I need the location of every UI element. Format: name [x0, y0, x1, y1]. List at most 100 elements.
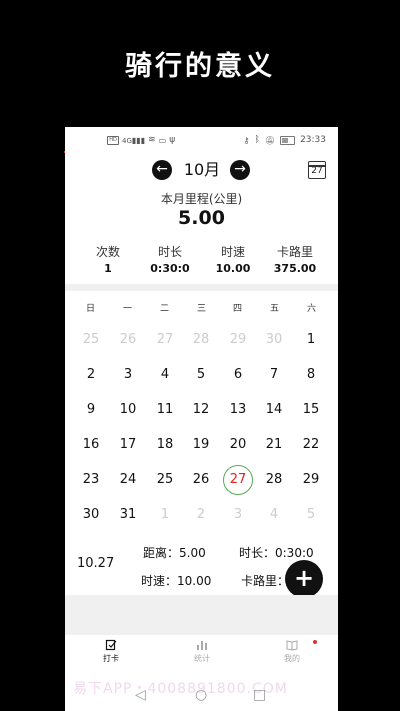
status-right-icons: ⚷ ᛒ 🔕︎ 23:33 [244, 135, 326, 145]
calendar-day[interactable]: 4 [150, 360, 180, 390]
calendar-day[interactable]: 6 [223, 360, 253, 390]
weekday-label: 二 [159, 304, 169, 314]
detail-date: 10.27 [77, 556, 115, 571]
mute-icon: 🔕︎ [264, 135, 276, 145]
phone-screen: HD 4G▮▮▮ ≋ ▭ ψ ⚷ ᛒ 🔕︎ 23:33 ← 10月 → 27 本… [65, 127, 338, 711]
cast-icon: ▭ [158, 135, 167, 145]
next-month-button[interactable]: → [230, 160, 250, 180]
calendar-day[interactable]: 29 [223, 325, 253, 355]
stat-value: 0:30:0 [150, 262, 190, 275]
calendar-day[interactable]: 7 [259, 360, 289, 390]
stat-value: 1 [104, 262, 112, 275]
calendar-today-icon[interactable]: 27 [308, 161, 326, 179]
calendar-day[interactable]: 31 [113, 500, 143, 530]
calendar-day[interactable]: 3 [113, 360, 143, 390]
calendar-day[interactable]: 28 [186, 325, 216, 355]
stat-speed: 时速 10.00 [198, 243, 268, 275]
home-icon[interactable]: ○ [195, 687, 207, 703]
key-icon: ⚷ [243, 135, 250, 145]
calendar-day[interactable]: 19 [186, 430, 216, 460]
calendar-day[interactable]: 15 [296, 395, 326, 425]
calendar-day[interactable]: 5 [186, 360, 216, 390]
prev-month-button[interactable]: ← [152, 160, 172, 180]
status-time: 23:33 [300, 135, 326, 145]
calendar-day[interactable]: 9 [76, 395, 106, 425]
stat-duration: 时长 0:30:0 [135, 243, 205, 275]
calendar-day[interactable]: 26 [113, 325, 143, 355]
calendar-day[interactable]: 1 [150, 500, 180, 530]
calendar-day[interactable]: 14 [259, 395, 289, 425]
month-label: 10月 [183, 160, 221, 179]
calendar-day[interactable]: 1 [296, 325, 326, 355]
calendar-day[interactable]: 26 [186, 465, 216, 495]
calendar-day[interactable]: 30 [76, 500, 106, 530]
calendar-day[interactable]: 8 [296, 360, 326, 390]
calendar-day[interactable]: 4 [259, 500, 289, 530]
back-icon[interactable]: ◁ [135, 687, 146, 703]
tab-label: 统计 [194, 654, 210, 663]
detail-duration: 时长：0:30:0 [239, 546, 314, 560]
calendar-day[interactable]: 24 [113, 465, 143, 495]
wifi-icon: ≋ [148, 135, 156, 145]
status-left-icons: HD 4G▮▮▮ ≋ ▭ ψ [107, 135, 175, 145]
calendar-day[interactable]: 22 [296, 430, 326, 460]
book-icon [286, 640, 298, 651]
tab-checkin[interactable]: 打卡 [86, 639, 136, 664]
calendar-day[interactable]: 25 [150, 465, 180, 495]
section-divider [65, 284, 338, 291]
bluetooth-icon: ᛒ [254, 135, 260, 145]
stat-value: 10.00 [215, 262, 251, 275]
notification-dot [313, 640, 317, 644]
calendar-day[interactable]: 10 [113, 395, 143, 425]
stats-row: 次数 1 时长 0:30:0 时速 10.00 卡路里 375.00 [65, 243, 338, 279]
tab-mine[interactable]: 我的 [267, 639, 317, 664]
calendar-day[interactable]: 25 [76, 325, 106, 355]
usb-icon: ψ [169, 135, 176, 145]
calendar-day[interactable]: 20 [223, 430, 253, 460]
calendar-day[interactable]: 16 [76, 430, 106, 460]
calendar-day[interactable]: 5 [296, 500, 326, 530]
calendar-day[interactable]: 27 [150, 325, 180, 355]
empty-content-area [65, 595, 338, 635]
calendar-day[interactable]: 13 [223, 395, 253, 425]
tab-stats[interactable]: 统计 [177, 639, 227, 664]
calendar-day[interactable]: 11 [150, 395, 180, 425]
battery-icon [280, 135, 296, 145]
calendar-day[interactable]: 12 [186, 395, 216, 425]
tab-label: 打卡 [103, 654, 119, 663]
stat-label: 次数 [95, 245, 120, 259]
stat-calories: 卡路里 375.00 [260, 243, 330, 275]
weekday-label: 六 [306, 304, 316, 314]
calendar-day[interactable]: 3 [223, 500, 253, 530]
checkin-icon [105, 639, 117, 651]
4g-signal-icon: 4G▮▮▮ [122, 135, 146, 145]
calendar-day[interactable]: 21 [259, 430, 289, 460]
weekday-header: 日 一 二 三 四 五 六 [65, 301, 338, 315]
calendar-day[interactable]: 18 [150, 430, 180, 460]
calendar-day[interactable]: 2 [76, 360, 106, 390]
system-navigation-bar: ◁ ○ □ [65, 687, 338, 711]
calendar-day[interactable]: 29 [296, 465, 326, 495]
weekday-label: 三 [196, 304, 206, 314]
monthly-distance-label: 本月里程(公里) [160, 192, 243, 206]
weekday-label: 一 [122, 304, 132, 314]
stat-label: 卡路里 [276, 245, 313, 259]
calendar-day[interactable]: 17 [113, 430, 143, 460]
detail-distance: 距离：5.00 [143, 546, 206, 560]
month-navigator: ← 10月 → 27 [65, 159, 338, 187]
calendar-day[interactable]: 27 [223, 465, 253, 495]
stat-label: 时长 [157, 245, 182, 259]
weekday-label: 四 [232, 304, 242, 314]
recent-apps-icon[interactable]: □ [253, 687, 266, 703]
calendar-day[interactable]: 23 [76, 465, 106, 495]
stat-label: 时速 [220, 245, 245, 259]
add-record-button[interactable]: + [285, 560, 323, 598]
chart-icon [197, 641, 207, 650]
calendar-day[interactable]: 2 [186, 500, 216, 530]
weekday-label: 五 [269, 304, 279, 314]
hd-icon: HD [107, 135, 119, 145]
calendar-day[interactable]: 30 [259, 325, 289, 355]
calendar-day[interactable]: 28 [259, 465, 289, 495]
status-bar: HD 4G▮▮▮ ≋ ▭ ψ ⚷ ᛒ 🔕︎ 23:33 [65, 127, 338, 155]
stat-value: 375.00 [273, 262, 317, 275]
